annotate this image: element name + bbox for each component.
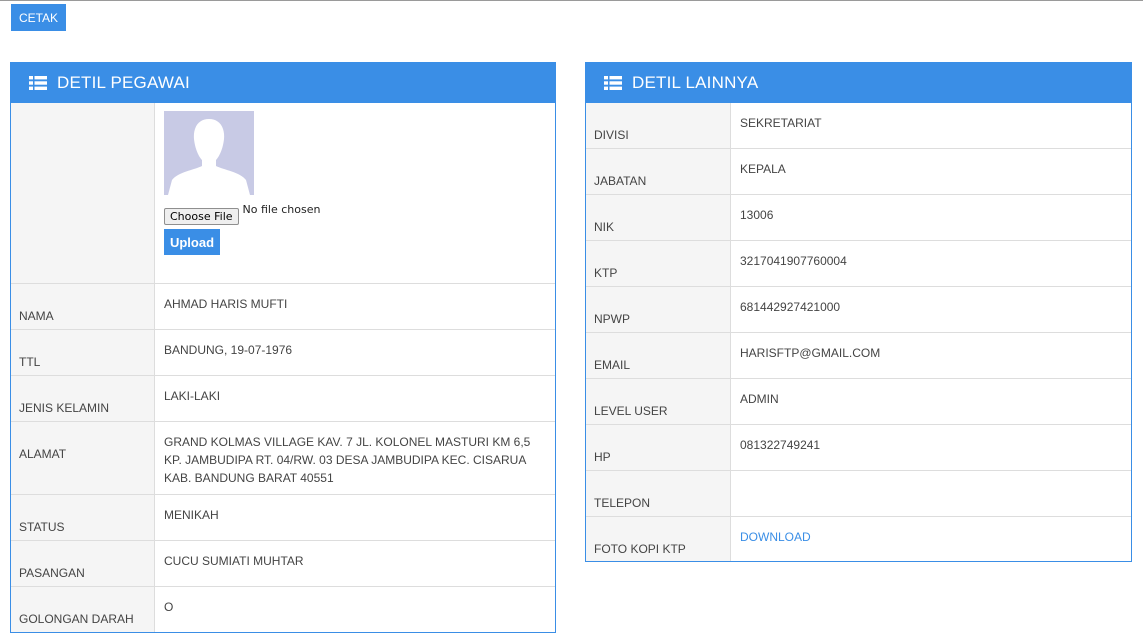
detail-row-telepon: TELEPON <box>586 471 1131 517</box>
row-value: GRAND KOLMAS VILLAGE KAV. 7 JL. KOLONEL … <box>164 435 531 485</box>
row-label: KTP <box>586 241 731 286</box>
row-label: GOLONGAN DARAH <box>11 587 155 632</box>
detail-row-jabatan: JABATAN KEPALA <box>586 149 1131 195</box>
photo-cell: Choose File No file chosen Upload <box>155 103 555 283</box>
detail-row-nik: NIK 13006 <box>586 195 1131 241</box>
row-label: STATUS <box>11 495 155 540</box>
detail-row-jenis-kelamin: JENIS KELAMIN LAKI-LAKI <box>11 376 555 422</box>
download-link[interactable]: DOWNLOAD <box>740 530 811 544</box>
row-label: ALAMAT <box>11 422 155 494</box>
row-label: NAMA <box>11 284 155 329</box>
detail-row-npwp: NPWP 681442927421000 <box>586 287 1131 333</box>
print-button[interactable]: CETAK <box>11 4 66 31</box>
other-detail-panel: DETIL LAINNYA DIVISI SEKRETARIAT JABATAN… <box>585 62 1132 562</box>
row-label: NIK <box>586 195 731 240</box>
row-label: DIVISI <box>586 103 731 148</box>
user-silhouette-icon <box>164 111 254 195</box>
panel-header: DETIL LAINNYA <box>586 63 1131 103</box>
detail-row-nama: NAMA AHMAD HARIS MUFTI <box>11 284 555 330</box>
row-value: KEPALA <box>740 162 786 176</box>
detail-row-ktp: KTP 3217041907760004 <box>586 241 1131 287</box>
choose-file-button[interactable]: Choose File <box>164 207 239 225</box>
row-value: 13006 <box>740 208 774 222</box>
file-status-text: No file chosen <box>242 203 321 216</box>
detail-row-divisi: DIVISI SEKRETARIAT <box>586 103 1131 149</box>
detail-row-pasangan: PASANGAN CUCU SUMIATI MUHTAR <box>11 541 555 587</box>
row-value: BANDUNG, 19-07-1976 <box>164 343 293 357</box>
detail-row-level-user: LEVEL USER ADMIN <box>586 379 1131 425</box>
row-label: TTL <box>11 330 155 375</box>
table-list-icon <box>29 76 47 90</box>
row-value: CUCU SUMIATI MUHTAR <box>164 554 304 568</box>
row-value: AHMAD HARIS MUFTI <box>164 297 288 311</box>
detail-row-hp: HP 081322749241 <box>586 425 1131 471</box>
row-label: EMAIL <box>586 333 731 378</box>
row-label: NPWP <box>586 287 731 332</box>
row-value: 681442927421000 <box>740 300 841 314</box>
row-label: TELEPON <box>586 471 731 516</box>
employee-detail-panel: DETIL PEGAWAI Choose File No file chosen… <box>10 62 556 633</box>
photo-row: Choose File No file chosen Upload <box>11 103 555 284</box>
row-label: JABATAN <box>586 149 731 194</box>
row-value: SEKRETARIAT <box>740 116 822 130</box>
table-list-icon <box>604 76 622 90</box>
row-value: MENIKAH <box>164 508 219 522</box>
detail-row-email: EMAIL HARISFTP@GMAIL.COM <box>586 333 1131 379</box>
panel-title: DETIL LAINNYA <box>632 73 759 92</box>
row-value: 081322749241 <box>740 438 821 452</box>
photo-label-cell <box>11 103 155 283</box>
row-value: ADMIN <box>740 392 779 406</box>
row-value <box>731 471 1131 516</box>
row-label: FOTO KOPI KTP <box>586 517 731 561</box>
upload-button[interactable]: Upload <box>164 229 220 255</box>
detail-row-status: STATUS MENIKAH <box>11 495 555 541</box>
row-value: LAKI-LAKI <box>164 389 221 403</box>
detail-row-ttl: TTL BANDUNG, 19-07-1976 <box>11 330 555 376</box>
row-value: DOWNLOAD <box>731 517 1131 561</box>
row-label: LEVEL USER <box>586 379 731 424</box>
top-divider <box>0 0 1143 1</box>
panel-title: DETIL PEGAWAI <box>57 73 190 92</box>
detail-row-golongan-darah: GOLONGAN DARAH O <box>11 587 555 632</box>
row-label: HP <box>586 425 731 470</box>
row-value: 3217041907760004 <box>740 254 847 268</box>
detail-row-foto-kopi-ktp: FOTO KOPI KTP DOWNLOAD <box>586 517 1131 561</box>
row-value: O <box>164 600 174 614</box>
row-label: JENIS KELAMIN <box>11 376 155 421</box>
panel-header: DETIL PEGAWAI <box>11 63 555 103</box>
row-value: HARISFTP@GMAIL.COM <box>740 346 881 360</box>
row-label: PASANGAN <box>11 541 155 586</box>
detail-row-alamat: ALAMAT GRAND KOLMAS VILLAGE KAV. 7 JL. K… <box>11 422 555 495</box>
